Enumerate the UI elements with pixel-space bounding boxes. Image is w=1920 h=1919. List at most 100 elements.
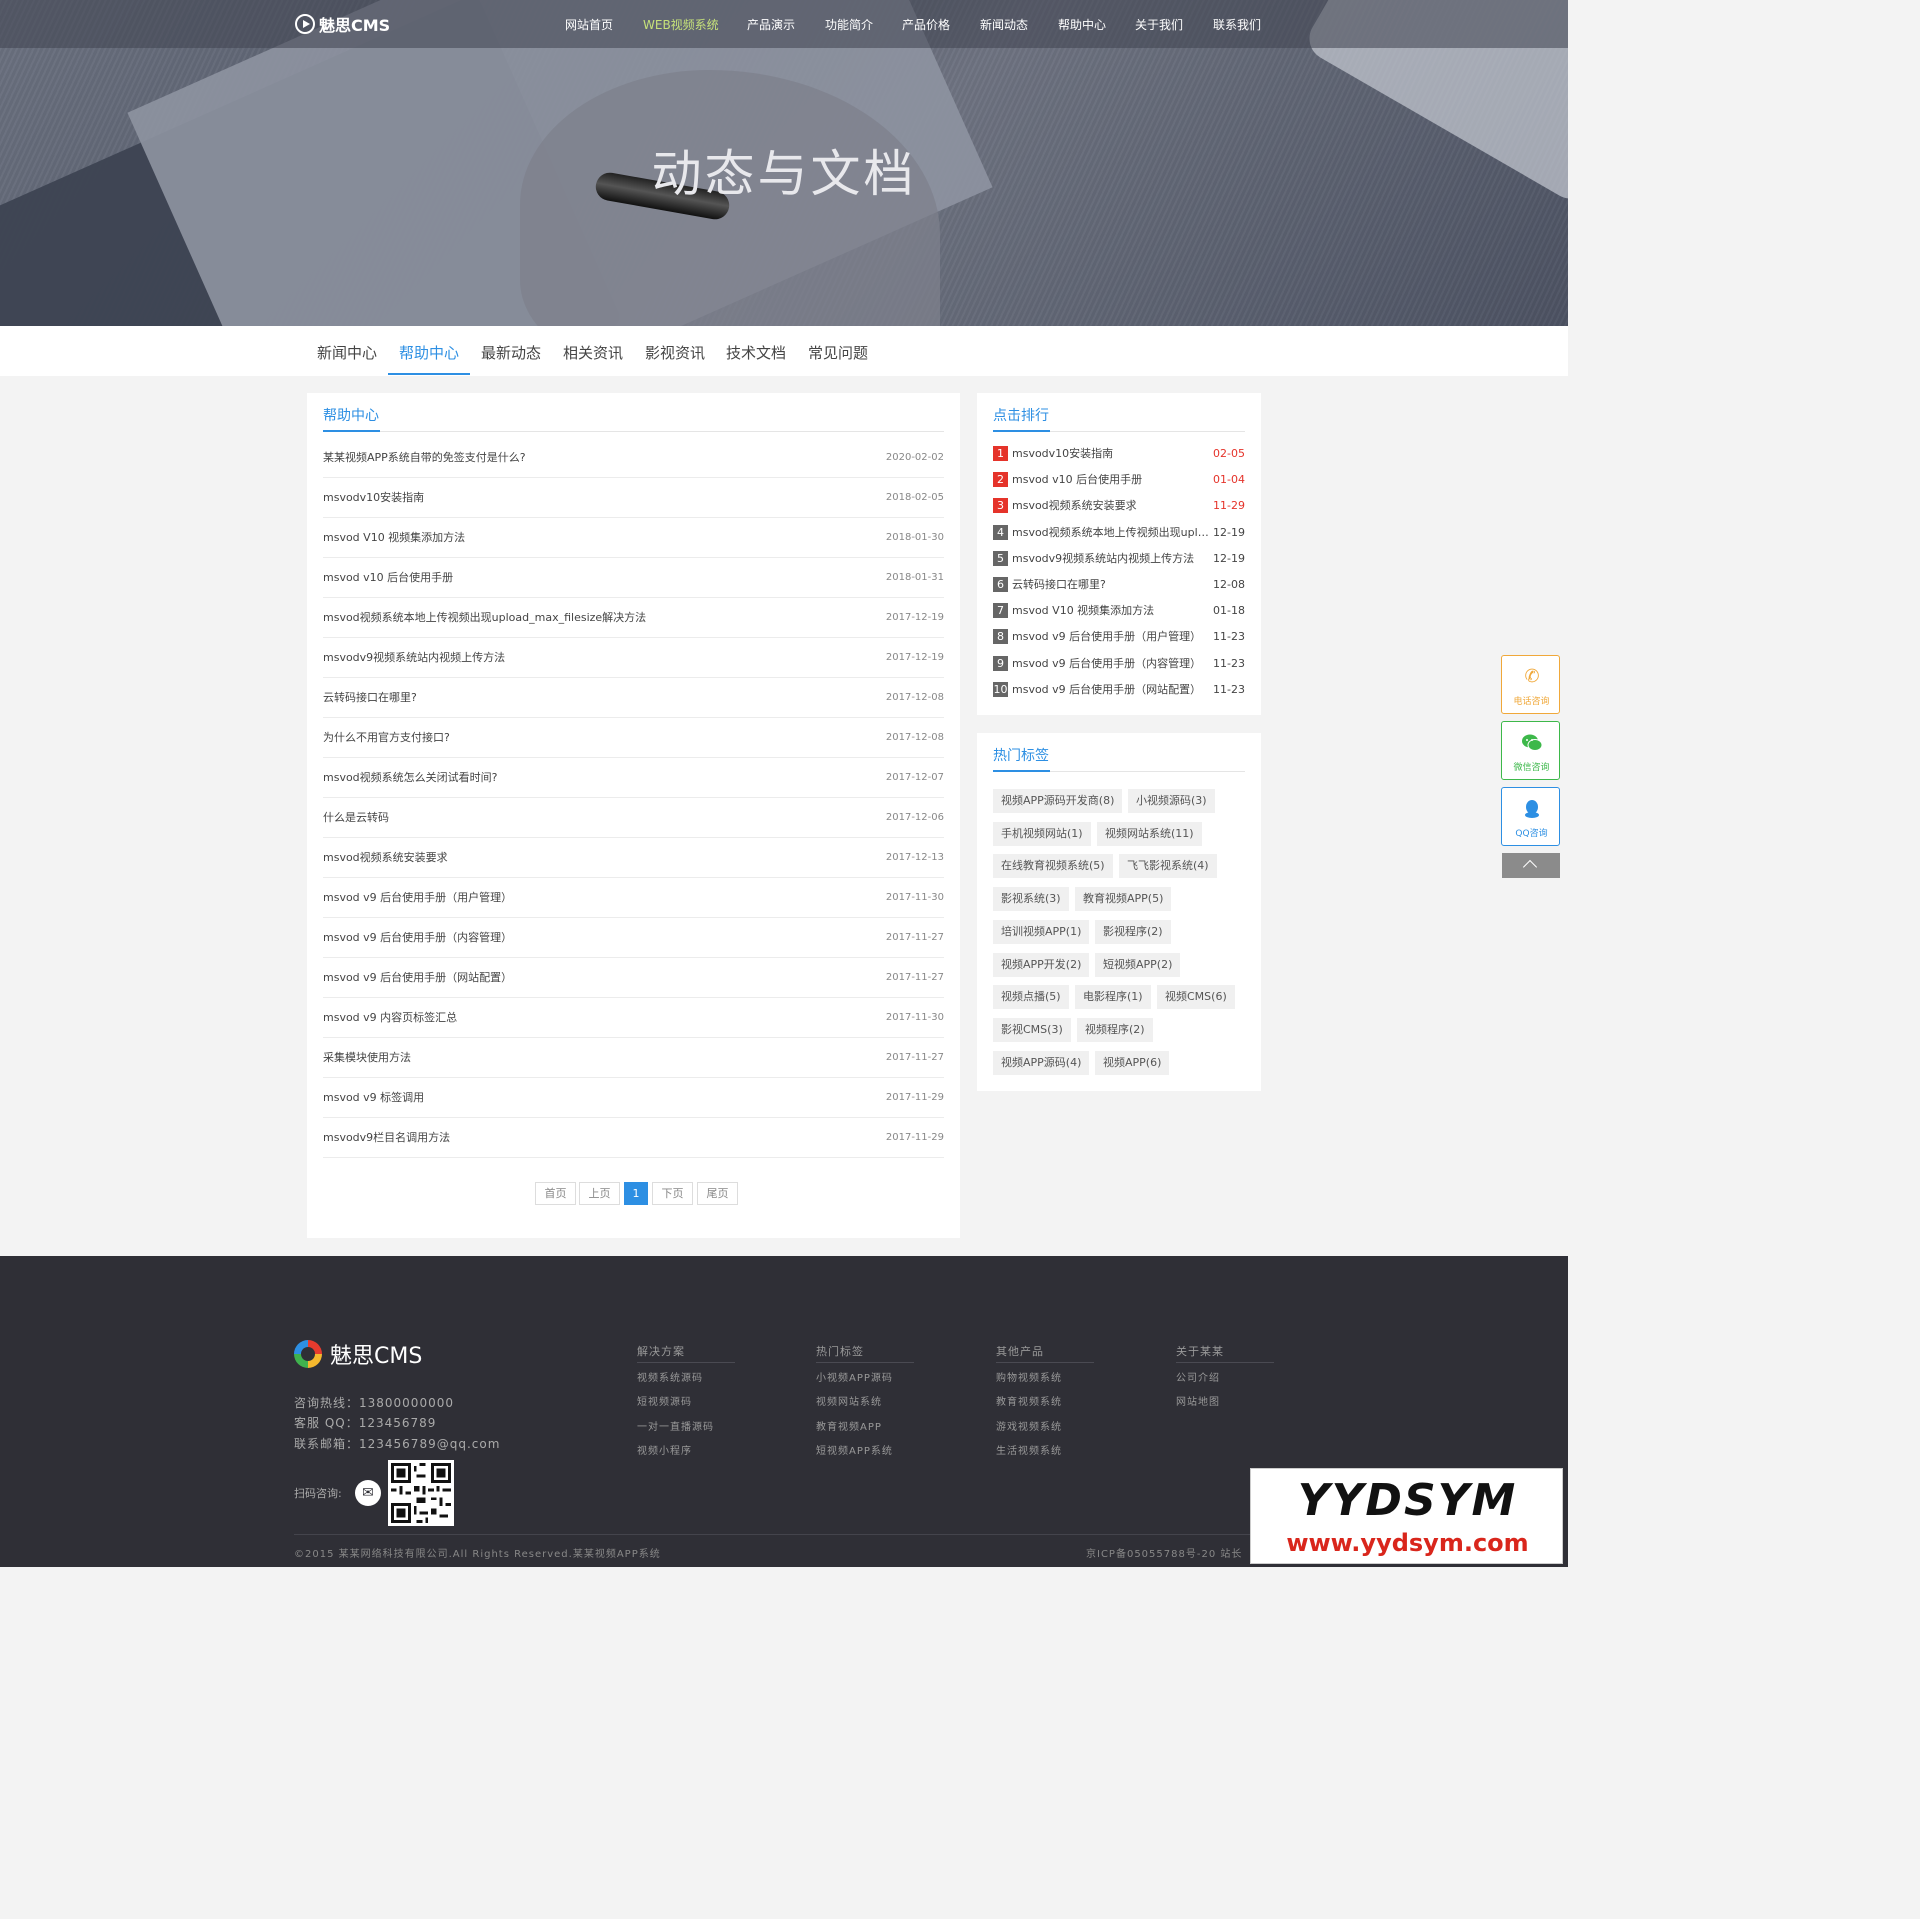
article-title[interactable]: msvod视频系统本地上传视频出现upload_max_filesize解决方法 [323, 598, 646, 638]
ranking-item[interactable]: 8 msvod v9 后台使用手册（用户管理） 11-23 [993, 624, 1245, 650]
article-title[interactable]: msvod视频系统安装要求 [323, 838, 448, 878]
tag-chip[interactable]: 教育视频APP(5) [1075, 887, 1172, 912]
phone-consult-button[interactable]: ✆ 电话咨询 [1501, 655, 1560, 714]
article-row[interactable]: msvod v9 标签调用 2017-11-29 [323, 1078, 944, 1118]
article-row[interactable]: 为什么不用官方支付接口? 2017-12-08 [323, 718, 944, 758]
ranking-item[interactable]: 2 msvod v10 后台使用手册 01-04 [993, 467, 1245, 493]
footer-link[interactable]: 短视频APP系统 [816, 1442, 893, 1457]
ranking-title[interactable]: msvod v9 后台使用手册（用户管理） [1012, 624, 1214, 650]
tag-chip[interactable]: 视频CMS(6) [1157, 985, 1235, 1010]
article-row[interactable]: msvod v9 后台使用手册（内容管理） 2017-11-27 [323, 918, 944, 958]
article-row[interactable]: msvod视频系统本地上传视频出现upload_max_filesize解决方法… [323, 598, 944, 638]
ranking-title[interactable]: msvod视频系统本地上传视频出现upload_max_filesize解决方法 [1012, 520, 1214, 546]
nav-item-web-video[interactable]: WEB视频系统 [643, 16, 719, 33]
tag-chip[interactable]: 视频APP(6) [1095, 1050, 1170, 1075]
article-row[interactable]: msvod v9 后台使用手册（网站配置） 2017-11-27 [323, 958, 944, 998]
wechat-consult-button[interactable]: 微信咨询 [1501, 721, 1560, 780]
nav-item-news[interactable]: 新闻动态 [980, 16, 1028, 33]
tab-tech-docs[interactable]: 技术文档 [726, 342, 786, 363]
article-row[interactable]: msvod v9 内容页标签汇总 2017-11-30 [323, 998, 944, 1038]
footer-logo[interactable]: 魅思CMS [294, 1338, 422, 1370]
article-title[interactable]: msvod v9 标签调用 [323, 1078, 424, 1118]
article-row[interactable]: msvodv9视频系统站内视频上传方法 2017-12-19 [323, 638, 944, 678]
article-row[interactable]: msvod V10 视频集添加方法 2018-01-30 [323, 518, 944, 558]
pager-prev[interactable]: 上页 [579, 1182, 620, 1205]
ranking-item[interactable]: 9 msvod v9 后台使用手册（内容管理） 11-23 [993, 651, 1245, 677]
tab-film-news[interactable]: 影视资讯 [645, 342, 705, 363]
article-title[interactable]: 为什么不用官方支付接口? [323, 718, 450, 758]
article-title[interactable]: msvod V10 视频集添加方法 [323, 518, 465, 558]
nav-item-demo[interactable]: 产品演示 [747, 16, 795, 33]
nav-item-home[interactable]: 网站首页 [565, 16, 613, 33]
article-title[interactable]: 云转码接口在哪里? [323, 678, 417, 718]
tag-chip[interactable]: 手机视频网站(1) [993, 821, 1091, 846]
article-row[interactable]: msvodv10安装指南 2018-02-05 [323, 478, 944, 518]
tab-faq[interactable]: 常见问题 [808, 342, 868, 363]
nav-item-pricing[interactable]: 产品价格 [902, 16, 950, 33]
tag-chip[interactable]: 短视频APP(2) [1095, 952, 1181, 977]
nav-item-contact[interactable]: 联系我们 [1213, 16, 1261, 33]
footer-link[interactable]: 视频小程序 [637, 1442, 692, 1457]
footer-link[interactable]: 教育视频APP [816, 1418, 882, 1433]
ranking-title[interactable]: msvod v9 后台使用手册（网站配置） [1012, 677, 1214, 703]
article-title[interactable]: msvodv9栏目名调用方法 [323, 1118, 450, 1158]
article-title[interactable]: msvodv10安装指南 [323, 478, 424, 518]
pager-last[interactable]: 尾页 [697, 1182, 738, 1205]
ranking-item[interactable]: 6 云转码接口在哪里? 12-08 [993, 572, 1245, 598]
article-title[interactable]: msvod v9 后台使用手册（用户管理） [323, 878, 512, 918]
footer-link[interactable]: 一对一直播源码 [637, 1418, 714, 1433]
nav-item-help[interactable]: 帮助中心 [1058, 16, 1106, 33]
tag-chip[interactable]: 培训视频APP(1) [993, 919, 1090, 944]
tag-chip[interactable]: 视频网站系统(11) [1097, 821, 1202, 846]
article-row[interactable]: msvod v9 后台使用手册（用户管理） 2017-11-30 [323, 878, 944, 918]
ranking-item[interactable]: 7 msvod V10 视频集添加方法 01-18 [993, 598, 1245, 624]
tag-chip[interactable]: 视频点播(5) [993, 985, 1069, 1010]
tag-chip[interactable]: 视频APP源码(4) [993, 1050, 1090, 1075]
tag-chip[interactable]: 影视程序(2) [1095, 919, 1171, 944]
footer-link[interactable]: 游戏视频系统 [996, 1418, 1062, 1433]
footer-link[interactable]: 教育视频系统 [996, 1393, 1062, 1408]
qq-consult-button[interactable]: QQ咨询 [1501, 787, 1560, 846]
tag-chip[interactable]: 视频APP源码开发商(8) [993, 789, 1123, 813]
tab-latest[interactable]: 最新动态 [481, 342, 541, 363]
footer-link[interactable]: 视频网站系统 [816, 1393, 882, 1408]
article-title[interactable]: msvod v9 内容页标签汇总 [323, 998, 457, 1038]
pager-next[interactable]: 下页 [652, 1182, 693, 1205]
article-title[interactable]: msvod v9 后台使用手册（网站配置） [323, 958, 512, 998]
tag-chip[interactable]: 视频程序(2) [1077, 1017, 1153, 1042]
ranking-item[interactable]: 10 msvod v9 后台使用手册（网站配置） 11-23 [993, 677, 1245, 703]
ranking-title[interactable]: msvod v9 后台使用手册（内容管理） [1012, 651, 1214, 677]
ranking-item[interactable]: 5 msvodv9视频系统站内视频上传方法 12-19 [993, 546, 1245, 572]
article-row[interactable]: msvod视频系统怎么关闭试看时间? 2017-12-07 [323, 758, 944, 798]
article-title[interactable]: 什么是云转码 [323, 798, 389, 838]
ranking-title[interactable]: msvodv9视频系统站内视频上传方法 [1012, 546, 1214, 572]
article-title[interactable]: msvodv9视频系统站内视频上传方法 [323, 638, 505, 678]
nav-item-features[interactable]: 功能简介 [825, 16, 873, 33]
footer-link[interactable]: 视频系统源码 [637, 1369, 703, 1384]
tag-chip[interactable]: 视频APP开发(2) [993, 952, 1090, 977]
article-title[interactable]: msvod视频系统怎么关闭试看时间? [323, 758, 498, 798]
ranking-title[interactable]: 云转码接口在哪里? [1012, 572, 1214, 598]
ranking-title[interactable]: msvod v10 后台使用手册 [1012, 467, 1214, 493]
tab-news-center[interactable]: 新闻中心 [317, 342, 377, 363]
article-row[interactable]: msvod视频系统安装要求 2017-12-13 [323, 838, 944, 878]
icp-record[interactable]: 京ICP备05055788号-20 站长 [1086, 1545, 1242, 1560]
ranking-title[interactable]: msvod V10 视频集添加方法 [1012, 598, 1214, 624]
pager-current[interactable]: 1 [624, 1182, 648, 1205]
article-row[interactable]: msvodv9栏目名调用方法 2017-11-29 [323, 1118, 944, 1158]
article-title[interactable]: msvod v10 后台使用手册 [323, 558, 453, 598]
footer-link[interactable]: 生活视频系统 [996, 1442, 1062, 1457]
article-row[interactable]: 云转码接口在哪里? 2017-12-08 [323, 678, 944, 718]
article-title[interactable]: msvod v9 后台使用手册（内容管理） [323, 918, 512, 958]
article-row[interactable]: 某某视频APP系统自带的免签支付是什么? 2020-02-02 [323, 438, 944, 478]
article-title[interactable]: 采集模块使用方法 [323, 1038, 411, 1078]
tag-chip[interactable]: 小视频源码(3) [1128, 789, 1215, 813]
article-row[interactable]: msvod v10 后台使用手册 2018-01-31 [323, 558, 944, 598]
footer-link[interactable]: 短视频源码 [637, 1393, 692, 1408]
pager-first[interactable]: 首页 [535, 1182, 576, 1205]
footer-link[interactable]: 公司介绍 [1176, 1369, 1220, 1384]
ranking-item[interactable]: 1 msvodv10安装指南 02-05 [993, 441, 1245, 467]
tag-chip[interactable]: 电影程序(1) [1075, 985, 1151, 1010]
ranking-item[interactable]: 3 msvod视频系统安装要求 11-29 [993, 493, 1245, 519]
tab-help-center[interactable]: 帮助中心 [399, 342, 459, 363]
